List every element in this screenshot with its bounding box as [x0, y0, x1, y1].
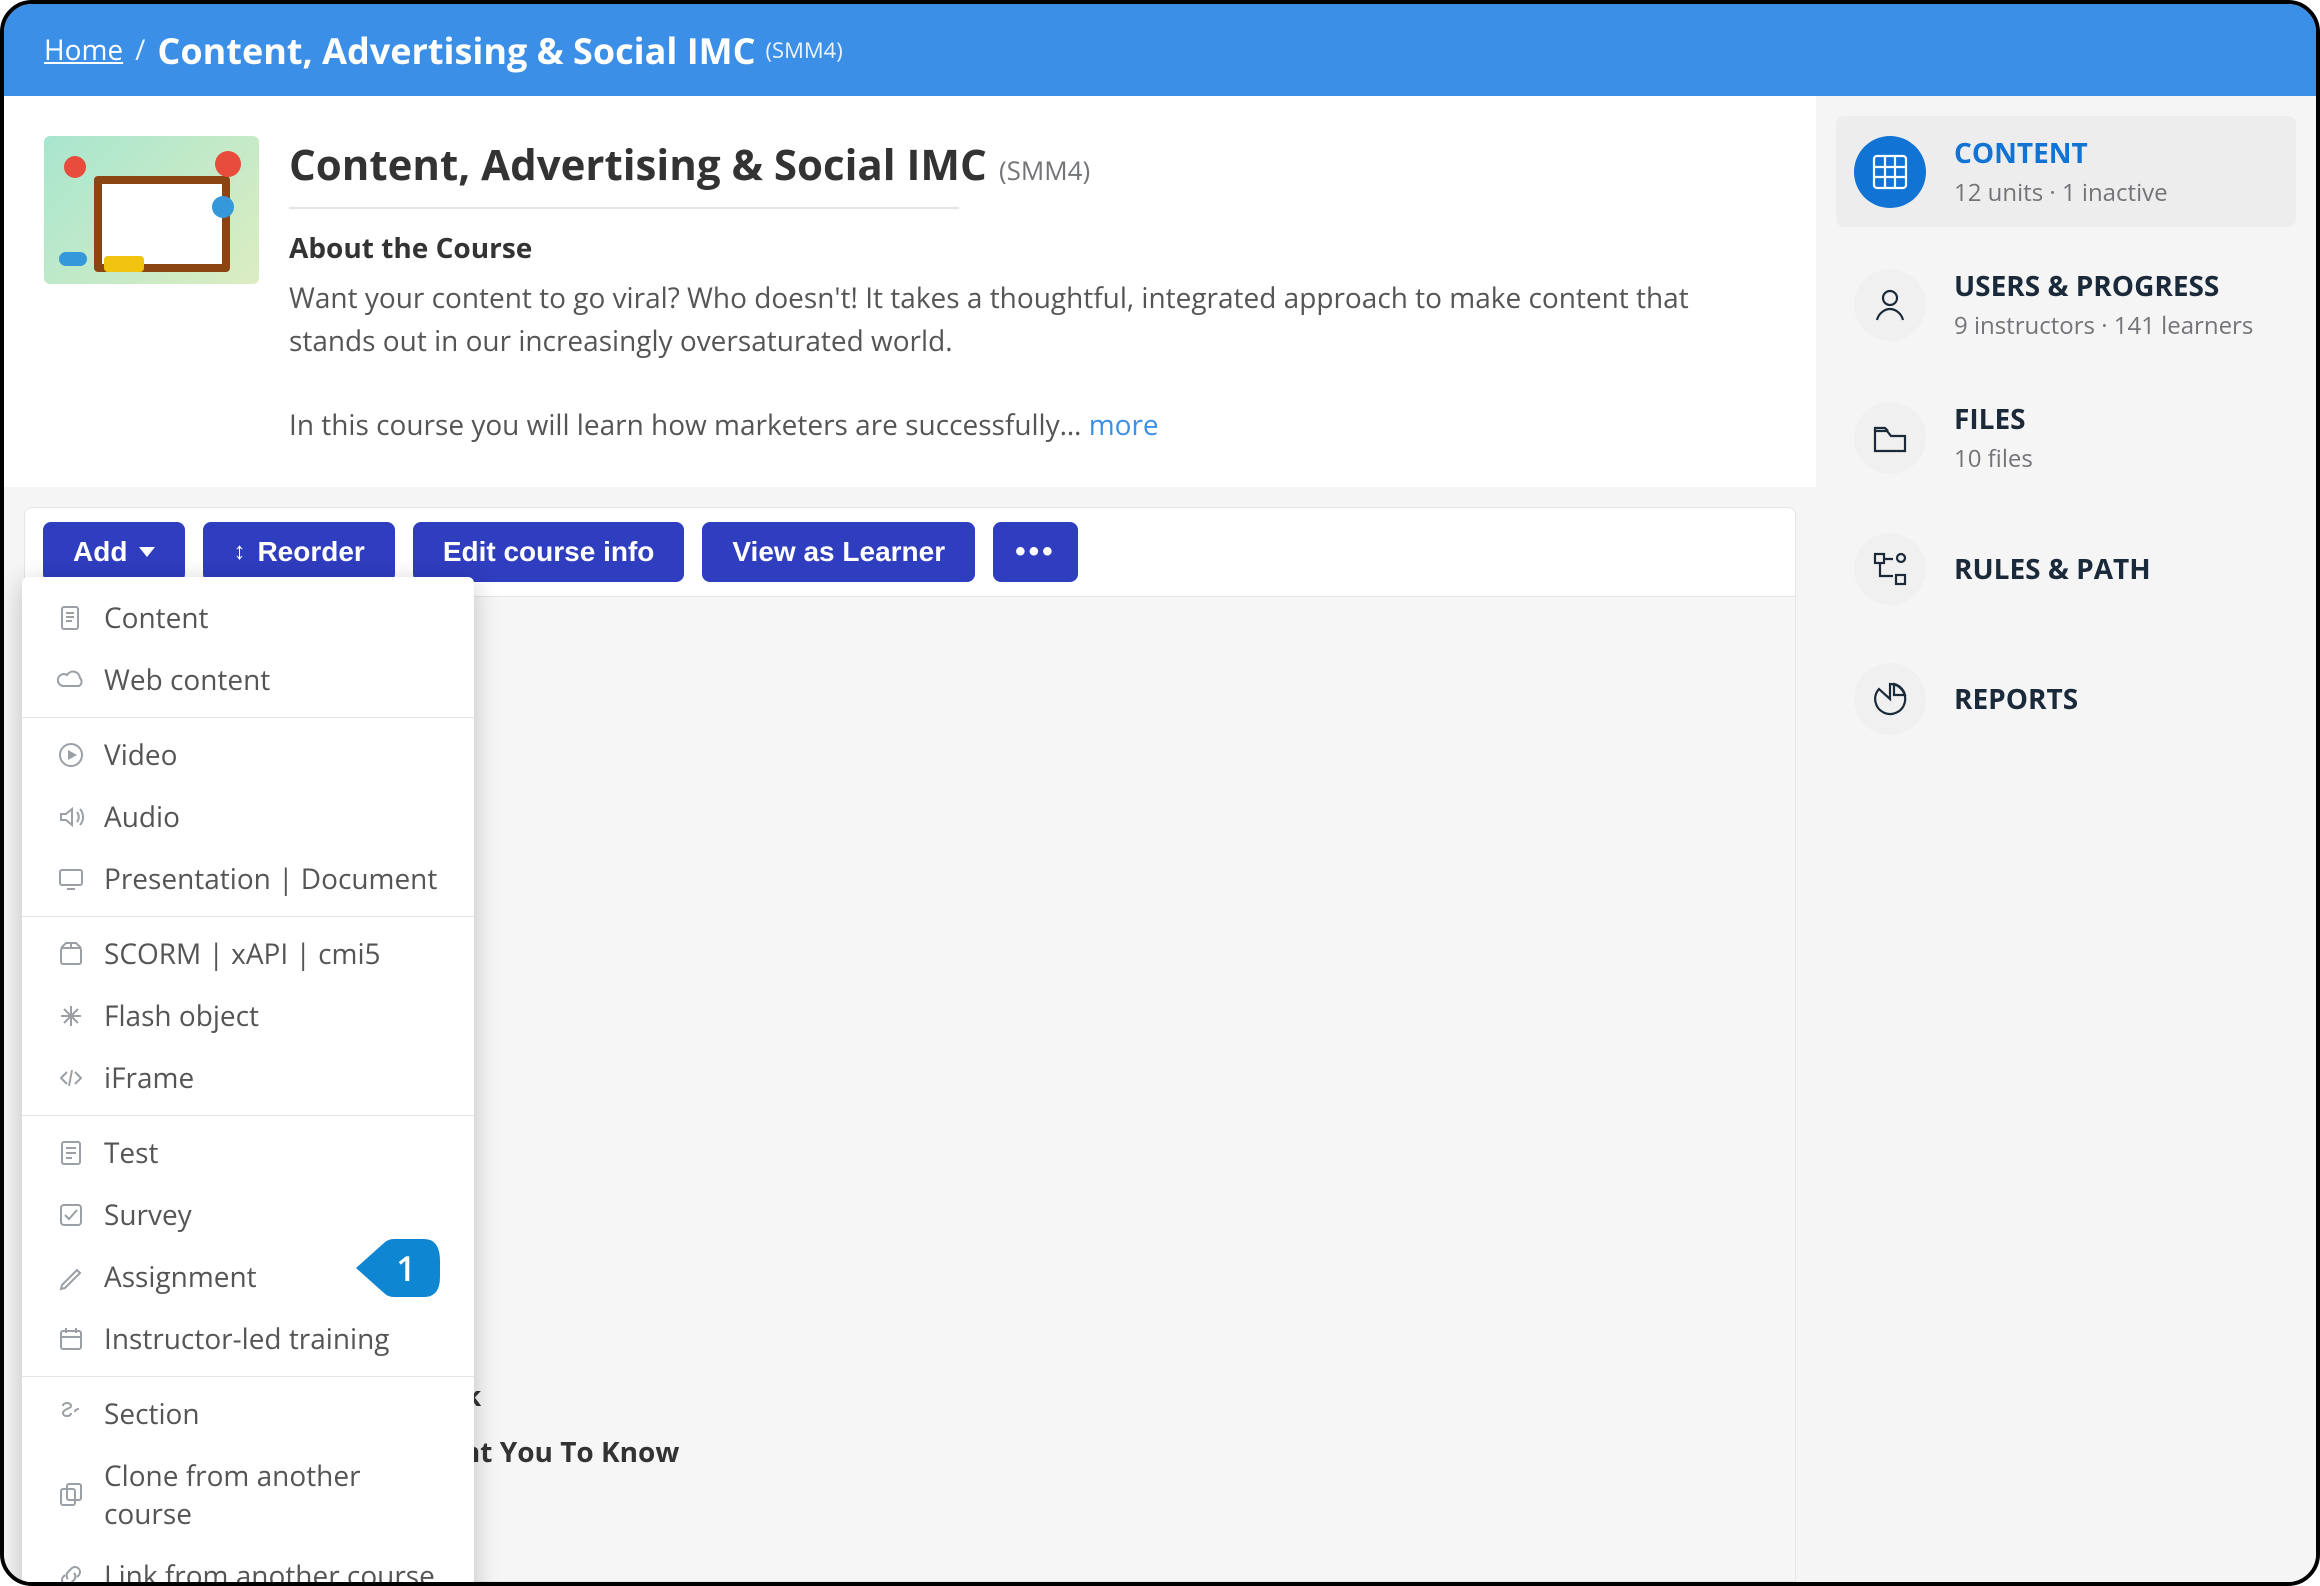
add-button[interactable]: Add [43, 522, 185, 582]
add-item-link-from-another-course[interactable]: Link from another course [22, 1545, 474, 1586]
grid-icon [1854, 136, 1926, 208]
annotation-number: 1 [396, 1245, 415, 1291]
sidebar-item-files[interactable]: FILES 10 files [1836, 382, 2296, 493]
add-item-label: Flash object [104, 997, 259, 1035]
clone-icon [56, 1480, 86, 1510]
course-thumbnail [44, 136, 259, 284]
app-frame: Home / Content, Advertising & Social IMC… [0, 0, 2320, 1586]
link-icon [56, 1561, 86, 1586]
sidebar-item-rules[interactable]: RULES & PATH [1836, 515, 2296, 623]
view-as-learner-button[interactable]: View as Learner [702, 522, 975, 582]
assign-icon [56, 1262, 86, 1292]
add-item-label: Presentation | Document [104, 860, 437, 898]
survey-icon [56, 1200, 86, 1230]
add-item-video[interactable]: Video [22, 724, 474, 786]
sidebar-item-title: CONTENT [1954, 134, 2168, 172]
sidebar-item-title: USERS & PROGRESS [1954, 267, 2253, 305]
edit-info-button[interactable]: Edit course info [413, 522, 685, 582]
breadcrumb-home[interactable]: Home [44, 31, 123, 69]
path-icon [1854, 533, 1926, 605]
add-item-section[interactable]: Section [22, 1383, 474, 1445]
breadcrumb-code: (SMM4) [766, 35, 843, 65]
course-header: Content, Advertising & Social IMC (SMM4)… [4, 96, 1816, 487]
menu-separator [22, 1376, 474, 1377]
add-item-presentation-document[interactable]: Presentation | Document [22, 848, 474, 910]
about-heading: About the Course [289, 229, 1776, 267]
add-item-label: Link from another course [104, 1557, 435, 1586]
course-description: Want your content to go viral? Who doesn… [289, 279, 1689, 360]
dots-icon: ••• [1015, 543, 1056, 561]
breadcrumb-sep: / [135, 31, 145, 69]
view-as-learner-button-label: View as Learner [732, 536, 945, 568]
add-item-instructor-led-training[interactable]: Instructor-led training [22, 1308, 474, 1370]
add-item-label: Audio [104, 798, 180, 836]
sidebar-item-content[interactable]: CONTENT 12 units · 1 inactive [1836, 116, 2296, 227]
reorder-button-label: Reorder [257, 536, 364, 568]
breadcrumb: Home / Content, Advertising & Social IMC… [4, 4, 2316, 96]
add-item-label: Web content [104, 661, 270, 699]
reorder-icon: ↕ [233, 538, 245, 566]
ilt-icon [56, 1324, 86, 1354]
sidebar-item-title: FILES [1954, 400, 2033, 438]
reorder-button[interactable]: ↕ Reorder [203, 522, 394, 582]
add-dropdown[interactable]: Content Web content Video Audio Presentation… [22, 577, 474, 1586]
edit-info-button-label: Edit course info [443, 536, 655, 568]
add-item-test[interactable]: Test [22, 1122, 474, 1184]
add-item-web-content[interactable]: Web content [22, 649, 474, 711]
sidebar-item-subtitle: 9 instructors · 141 learners [1954, 309, 2253, 342]
sidebar-item-subtitle: 12 units · 1 inactive [1954, 176, 2168, 209]
package-icon [56, 939, 86, 969]
folder-icon [1854, 402, 1926, 474]
add-item-label: Survey [104, 1196, 192, 1234]
more-actions-button[interactable]: ••• [993, 522, 1078, 582]
test-icon [56, 1138, 86, 1168]
iframe-icon [56, 1063, 86, 1093]
more-link[interactable]: more [1089, 406, 1159, 444]
add-item-label: iFrame [104, 1059, 194, 1097]
add-item-audio[interactable]: Audio [22, 786, 474, 848]
flash-icon [56, 1001, 86, 1031]
annotation-badge-1: 1 [354, 1237, 442, 1299]
sidebar-item-title: REPORTS [1954, 680, 2078, 718]
section-icon [56, 1399, 86, 1429]
play-icon [56, 740, 86, 770]
add-item-clone-from-another-course[interactable]: Clone from another course [22, 1445, 474, 1545]
add-item-label: Content [104, 599, 209, 637]
sidebar-item-users[interactable]: USERS & PROGRESS 9 instructors · 141 lear… [1836, 249, 2296, 360]
add-button-label: Add [73, 536, 127, 568]
add-item-content[interactable]: Content [22, 587, 474, 649]
chevron-down-icon [139, 547, 155, 557]
add-item-label: Video [104, 736, 177, 774]
course-description-2: In this course you will learn how market… [289, 406, 1089, 444]
add-item-iframe[interactable]: iFrame [22, 1047, 474, 1109]
breadcrumb-title: Content, Advertising & Social IMC [157, 26, 755, 75]
add-item-scorm-xapi-cmi5[interactable]: SCORM | xAPI | cmi5 [22, 923, 474, 985]
add-item-label: Instructor-led training [104, 1320, 389, 1358]
add-item-label: Test [104, 1134, 158, 1172]
user-icon [1854, 269, 1926, 341]
sidebar-item-reports[interactable]: REPORTS [1836, 645, 2296, 753]
add-item-flash-object[interactable]: Flash object [22, 985, 474, 1047]
add-item-label: Assignment [104, 1258, 257, 1296]
menu-separator [22, 1115, 474, 1116]
sidebar-item-subtitle: 10 files [1954, 442, 2033, 475]
menu-separator [22, 717, 474, 718]
divider [289, 207, 959, 209]
sidebar-item-title: RULES & PATH [1954, 550, 2151, 588]
screen-icon [56, 864, 86, 894]
sidebar: CONTENT 12 units · 1 inactive USERS & PROG… [1816, 96, 2316, 1582]
add-item-label: SCORM | xAPI | cmi5 [104, 935, 381, 973]
course-code: (SMM4) [999, 152, 1090, 188]
audio-icon [56, 802, 86, 832]
menu-separator [22, 916, 474, 917]
course-title: Content, Advertising & Social IMC [289, 136, 987, 193]
add-item-label: Section [104, 1395, 200, 1433]
add-item-label: Clone from another course [104, 1457, 440, 1533]
pie-icon [1854, 663, 1926, 735]
file-icon [56, 603, 86, 633]
cloud-icon [56, 665, 86, 695]
